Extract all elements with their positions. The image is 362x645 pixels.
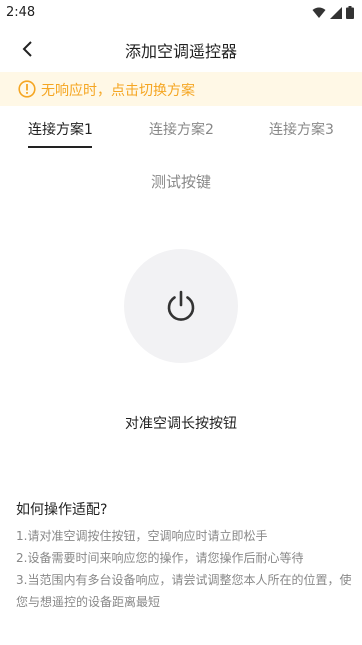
banner-text: 无响应时，点击切换方案 (41, 83, 195, 99)
help-item: 3.当范围内有多台设备响应，请尝试调整您本人所在的位置，使您与想遥控的设备距离最… (16, 573, 352, 609)
active-tab-indicator (28, 146, 92, 148)
plan-tabs: 连接方案1 连接方案2 连接方案3 (0, 112, 362, 150)
warning-icon (18, 80, 36, 98)
tab-plan-2[interactable]: 连接方案2 (149, 119, 214, 139)
help-item: 1.请对准空调按住按钮，空调响应时请立即松手 (16, 529, 268, 543)
tab-plan-1[interactable]: 连接方案1 (28, 119, 93, 139)
wifi-icon (312, 7, 326, 18)
test-label: 测试按键 (150, 173, 211, 191)
tab-plan-3[interactable]: 连接方案3 (269, 119, 334, 139)
page-title: 添加空调遥控器 (124, 42, 237, 61)
power-button[interactable] (124, 249, 238, 363)
header: 添加空调遥控器 (0, 26, 362, 72)
signal-icon (330, 6, 342, 19)
help-list: 1.请对准空调按住按钮，空调响应时请立即松手 2.设备需要时间来响应您的操作，请… (16, 525, 356, 613)
battery-icon (346, 6, 354, 19)
status-icons (312, 6, 354, 19)
status-bar: 2:48 (0, 0, 362, 26)
status-time: 2:48 (6, 5, 36, 20)
help-title: 如何操作适配? (16, 502, 108, 518)
instruction-text: 对准空调长按按钮 (125, 416, 237, 432)
power-icon (167, 290, 195, 321)
help-item: 2.设备需要时间来响应您的操作，请您操作后耐心等待 (16, 551, 304, 565)
switch-plan-banner[interactable]: 无响应时，点击切换方案 (0, 72, 362, 106)
